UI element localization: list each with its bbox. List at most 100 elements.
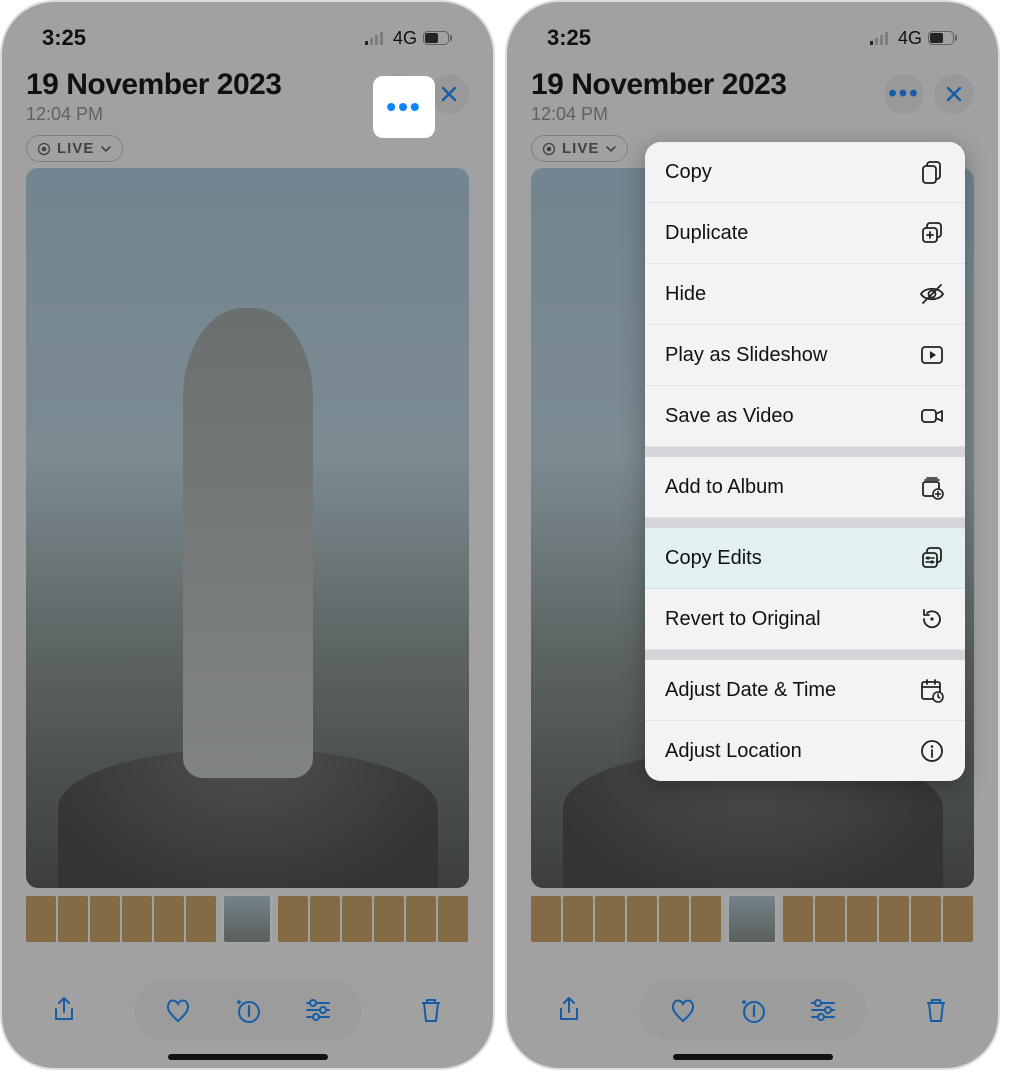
thumbnail[interactable] — [186, 896, 216, 942]
delete-button[interactable] — [914, 988, 958, 1032]
bottom-toolbar — [2, 980, 493, 1040]
close-icon — [440, 85, 458, 103]
menu-adjust-date[interactable]: Adjust Date & Time — [645, 660, 965, 721]
menu-copy-edits[interactable]: Copy Edits — [645, 528, 965, 589]
menu-save-video[interactable]: Save as Video — [645, 386, 965, 447]
close-button[interactable] — [429, 74, 469, 114]
adjust-button[interactable] — [801, 988, 845, 1032]
delete-button[interactable] — [409, 988, 453, 1032]
menu-label: Adjust Date & Time — [665, 679, 836, 702]
heart-icon — [163, 995, 193, 1025]
thumbnail-selected[interactable] — [729, 896, 775, 942]
thumbnail[interactable] — [911, 896, 941, 942]
menu-label: Duplicate — [665, 222, 748, 245]
menu-duplicate[interactable]: Duplicate — [645, 203, 965, 264]
live-icon — [37, 142, 51, 156]
chevron-down-icon — [100, 143, 112, 155]
thumbnail[interactable] — [659, 896, 689, 942]
status-bar: 3:25 4G — [2, 2, 493, 62]
thumbnail-strip[interactable] — [26, 896, 469, 942]
thumbnail[interactable] — [406, 896, 436, 942]
thumbnail[interactable] — [627, 896, 657, 942]
thumbnail[interactable] — [595, 896, 625, 942]
thumbnail[interactable] — [563, 896, 593, 942]
menu-label: Copy — [665, 161, 712, 184]
time-subtitle: 12:04 PM — [26, 104, 282, 125]
close-icon — [945, 85, 963, 103]
menu-adjust-location[interactable]: Adjust Location — [645, 721, 965, 781]
menu-hide[interactable]: Hide — [645, 264, 965, 325]
menu-revert[interactable]: Revert to Original — [645, 589, 965, 650]
calendar-clock-icon — [919, 677, 945, 703]
status-time: 3:25 — [547, 25, 591, 51]
thumbnail[interactable] — [122, 896, 152, 942]
info-circle-icon — [919, 738, 945, 764]
thumbnail[interactable] — [310, 896, 340, 942]
share-button[interactable] — [42, 988, 86, 1032]
thumbnail[interactable] — [154, 896, 184, 942]
info-sparkle-icon — [233, 995, 263, 1025]
menu-slideshow[interactable]: Play as Slideshow — [645, 325, 965, 386]
thumbnail[interactable] — [691, 896, 721, 942]
thumbnail[interactable] — [783, 896, 813, 942]
status-time: 3:25 — [42, 25, 86, 51]
info-button[interactable] — [731, 988, 775, 1032]
trash-icon — [416, 995, 446, 1025]
menu-label: Revert to Original — [665, 608, 821, 631]
thumbnail[interactable] — [438, 896, 468, 942]
menu-add-album[interactable]: Add to Album — [645, 457, 965, 518]
live-badge[interactable]: LIVE — [26, 135, 123, 162]
signal-icon — [365, 31, 387, 45]
info-sparkle-icon — [738, 995, 768, 1025]
heart-icon — [668, 995, 698, 1025]
info-button[interactable] — [226, 988, 270, 1032]
thumbnail[interactable] — [943, 896, 973, 942]
thumbnail[interactable] — [374, 896, 404, 942]
home-indicator[interactable] — [168, 1054, 328, 1060]
revert-icon — [919, 606, 945, 632]
thumbnail[interactable] — [26, 896, 56, 942]
thumbnail[interactable] — [879, 896, 909, 942]
status-bar: 3:25 4G — [507, 2, 998, 62]
eye-slash-icon — [919, 281, 945, 307]
thumbnail[interactable] — [90, 896, 120, 942]
battery-icon — [423, 31, 453, 45]
status-right: 4G — [870, 28, 958, 49]
actions-menu: Copy Duplicate Hide Play as Slideshow Sa… — [645, 142, 965, 781]
live-icon — [542, 142, 556, 156]
ellipsis-icon: ••• — [386, 102, 421, 112]
battery-icon — [928, 31, 958, 45]
copy-edits-icon — [919, 545, 945, 571]
share-button[interactable] — [547, 988, 591, 1032]
live-label: LIVE — [562, 140, 599, 157]
date-title: 19 November 2023 — [26, 68, 282, 102]
favorite-button[interactable] — [156, 988, 200, 1032]
menu-label: Adjust Location — [665, 740, 802, 763]
live-badge[interactable]: LIVE — [531, 135, 628, 162]
play-rect-icon — [919, 342, 945, 368]
phone-left: 3:25 4G 19 November 2023 12:04 PM ••• — [0, 0, 495, 1070]
menu-copy[interactable]: Copy — [645, 142, 965, 203]
more-button-highlight[interactable]: ••• — [375, 78, 433, 136]
thumbnail[interactable] — [278, 896, 308, 942]
bottom-toolbar — [507, 980, 998, 1040]
video-icon — [919, 403, 945, 429]
thumbnail[interactable] — [815, 896, 845, 942]
close-button[interactable] — [934, 74, 974, 114]
thumbnail-selected[interactable] — [224, 896, 270, 942]
network-label: 4G — [898, 28, 922, 49]
thumbnail-strip[interactable] — [531, 896, 974, 942]
time-subtitle: 12:04 PM — [531, 104, 787, 125]
adjust-button[interactable] — [296, 988, 340, 1032]
thumbnail[interactable] — [342, 896, 372, 942]
home-indicator[interactable] — [673, 1054, 833, 1060]
thumbnail[interactable] — [847, 896, 877, 942]
thumbnail[interactable] — [58, 896, 88, 942]
more-button[interactable]: ••• — [884, 74, 924, 114]
favorite-button[interactable] — [661, 988, 705, 1032]
live-label: LIVE — [57, 140, 94, 157]
network-label: 4G — [393, 28, 417, 49]
photo-viewer[interactable] — [26, 168, 469, 888]
photo-header: 19 November 2023 12:04 PM ••• — [507, 62, 998, 129]
thumbnail[interactable] — [531, 896, 561, 942]
